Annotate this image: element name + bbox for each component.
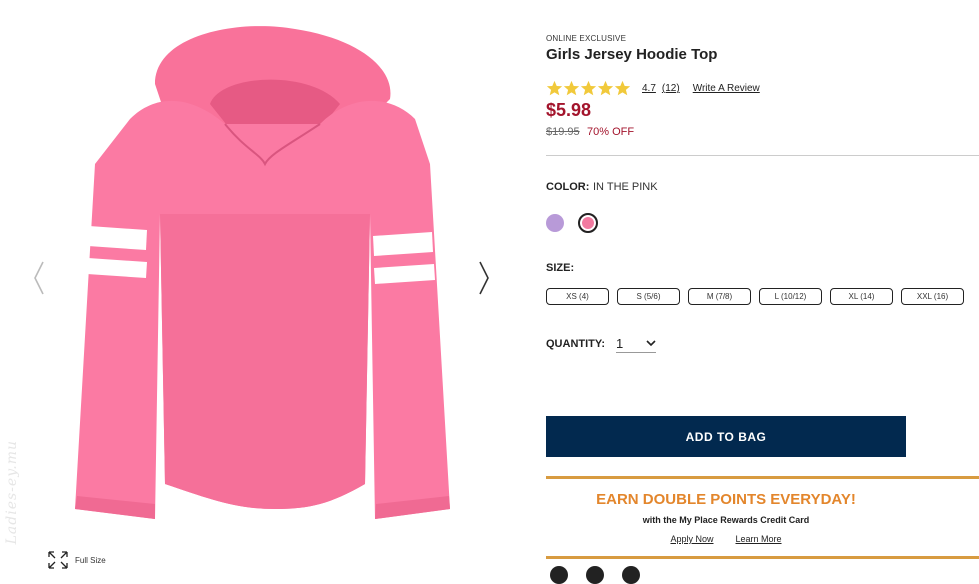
size-button-s[interactable]: S (5/6) bbox=[617, 288, 680, 305]
size-button-xl[interactable]: XL (14) bbox=[830, 288, 893, 305]
chevron-right-icon[interactable] bbox=[476, 258, 492, 298]
quantity-label: QUANTITY: bbox=[546, 338, 606, 350]
learn-more-link[interactable]: Learn More bbox=[736, 534, 782, 544]
add-to-bag-button[interactable]: ADD TO BAG bbox=[546, 416, 906, 457]
rating-row: 4.7 (12) Write A Review bbox=[546, 80, 760, 97]
online-exclusive-badge: ONLINE EXCLUSIVE bbox=[546, 34, 627, 43]
quantity-select[interactable]: 1 bbox=[616, 334, 656, 353]
star-icon bbox=[597, 80, 614, 96]
social-icon[interactable] bbox=[550, 566, 568, 584]
promo-subtext: with the My Place Rewards Credit Card bbox=[642, 515, 810, 525]
discount-label: 70% OFF bbox=[587, 126, 635, 138]
watermark: Ladies-ey.mu bbox=[4, 440, 20, 545]
promo-border-top bbox=[546, 476, 979, 479]
divider bbox=[546, 155, 979, 156]
quantity-value: 1 bbox=[616, 335, 624, 351]
chevron-down-icon bbox=[646, 340, 656, 347]
sale-price: $5.98 bbox=[546, 100, 592, 120]
size-button-m[interactable]: M (7/8) bbox=[688, 288, 751, 305]
full-size-label: Full Size bbox=[75, 555, 106, 565]
social-icon[interactable] bbox=[622, 566, 640, 584]
size-button-l[interactable]: L (10/12) bbox=[759, 288, 822, 305]
original-price: $19.95 bbox=[546, 126, 580, 138]
star-icon bbox=[614, 80, 631, 96]
social-icons bbox=[550, 566, 640, 584]
rating-value[interactable]: 4.7 bbox=[642, 83, 656, 94]
apply-now-link[interactable]: Apply Now bbox=[670, 534, 713, 544]
color-value: IN THE PINK bbox=[593, 181, 658, 193]
review-count[interactable]: (12) bbox=[662, 83, 680, 94]
promo-links: Apply Now Learn More bbox=[546, 534, 906, 544]
size-button-xxl[interactable]: XXL (16) bbox=[901, 288, 964, 305]
size-options: XS (4) S (5/6) M (7/8) L (10/12) XL (14)… bbox=[546, 288, 964, 305]
color-swatch-lavender[interactable] bbox=[546, 214, 564, 232]
promo-headline: EARN DOUBLE POINTS EVERYDAY! bbox=[596, 491, 856, 508]
full-size-button[interactable]: Full Size bbox=[47, 550, 106, 570]
write-review-link[interactable]: Write A Review bbox=[693, 83, 760, 94]
product-gallery: Full Size Ladies-ey.mu bbox=[0, 0, 530, 571]
promo-border-bottom bbox=[546, 556, 979, 559]
color-swatch-pink[interactable] bbox=[578, 213, 598, 233]
star-icon bbox=[563, 80, 580, 96]
social-icon[interactable] bbox=[586, 566, 604, 584]
product-title: Girls Jersey Hoodie Top bbox=[546, 46, 718, 63]
expand-icon bbox=[48, 551, 68, 569]
star-icon bbox=[580, 80, 597, 96]
color-label: COLOR: bbox=[546, 181, 590, 193]
star-icon bbox=[546, 80, 563, 96]
star-rating[interactable] bbox=[546, 80, 631, 97]
chevron-left-icon[interactable] bbox=[31, 258, 47, 298]
product-image[interactable] bbox=[60, 14, 460, 544]
size-button-xs[interactable]: XS (4) bbox=[546, 288, 609, 305]
size-label: SIZE: bbox=[546, 262, 575, 274]
